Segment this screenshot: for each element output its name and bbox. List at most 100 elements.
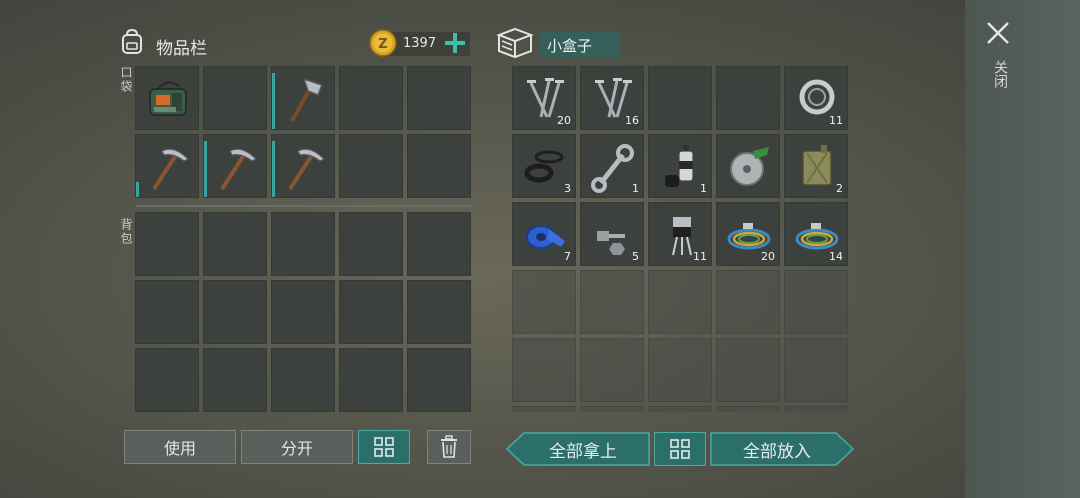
item-quantity: 20 — [761, 250, 775, 263]
item-quantity: 11 — [693, 250, 707, 263]
empty-slot[interactable] — [648, 338, 712, 402]
empty-slot[interactable] — [407, 134, 471, 198]
sort-container-button[interactable] — [654, 432, 706, 466]
split-button[interactable]: 分开 — [241, 430, 353, 464]
empty-slot[interactable] — [407, 280, 471, 344]
item-slot[interactable]: 20 — [716, 202, 780, 266]
grid-sort-icon — [374, 437, 394, 457]
item-slot[interactable] — [716, 134, 780, 198]
empty-slot[interactable] — [648, 270, 712, 334]
trash-button[interactable] — [427, 430, 471, 464]
empty-slot[interactable] — [716, 338, 780, 402]
item-slot[interactable]: 1 — [648, 134, 712, 198]
container-name-field[interactable]: 小盒子 — [539, 32, 619, 57]
item-quantity: 5 — [632, 250, 639, 263]
item-quantity: 7 — [564, 250, 571, 263]
item-slot[interactable]: 11 — [784, 66, 848, 130]
durability-bar — [272, 73, 275, 129]
close-icon[interactable] — [983, 18, 1013, 48]
take-all-button[interactable]: 全部拿上 — [506, 432, 650, 466]
item-slot[interactable]: 20 — [512, 66, 576, 130]
empty-slot[interactable] — [716, 406, 780, 412]
empty-slot[interactable] — [339, 66, 403, 130]
empty-slot[interactable] — [784, 338, 848, 402]
empty-slot[interactable] — [784, 270, 848, 334]
add-coins-button[interactable] — [442, 30, 468, 56]
item-quantity: 2 — [836, 182, 843, 195]
item-slot[interactable] — [203, 134, 267, 198]
empty-slot[interactable] — [203, 66, 267, 130]
item-slot[interactable]: 3 — [512, 134, 576, 198]
empty-slot[interactable] — [203, 212, 267, 276]
item-slot[interactable]: 1 — [580, 134, 644, 198]
item-slot[interactable]: 7 — [512, 202, 576, 266]
split-button-label: 分开 — [280, 439, 313, 458]
item-slot[interactable]: 14 — [784, 202, 848, 266]
item-slot[interactable] — [135, 134, 199, 198]
coin-count: 1397 — [403, 36, 437, 51]
empty-slot[interactable] — [135, 212, 199, 276]
item-quantity: 11 — [829, 114, 843, 127]
empty-slot[interactable] — [580, 406, 644, 412]
empty-slot[interactable] — [271, 212, 335, 276]
put-all-label: 全部放入 — [743, 441, 811, 462]
item-slot[interactable]: 5 — [580, 202, 644, 266]
empty-slot[interactable] — [716, 66, 780, 130]
close-label[interactable]: 关闭 — [988, 60, 1008, 88]
empty-slot[interactable] — [407, 348, 471, 412]
empty-slot[interactable] — [580, 338, 644, 402]
empty-slot[interactable] — [271, 280, 335, 344]
item-slot[interactable]: 2 — [784, 134, 848, 198]
empty-slot[interactable] — [716, 270, 780, 334]
svg-text:Z: Z — [378, 37, 387, 52]
item-slot[interactable]: 16 — [580, 66, 644, 130]
use-button[interactable]: 使用 — [124, 430, 236, 464]
item-quantity: 1 — [700, 182, 707, 195]
pocket-grid — [135, 66, 471, 198]
backpack-icon — [122, 28, 142, 54]
durability-bar — [272, 141, 275, 197]
item-slot[interactable] — [135, 66, 199, 130]
inventory-title: 物品栏 — [156, 39, 207, 59]
pocket-label: 口袋 — [119, 66, 133, 94]
empty-slot[interactable] — [339, 280, 403, 344]
empty-slot[interactable] — [784, 406, 848, 412]
grid-sort-icon — [670, 439, 690, 459]
coin-icon: Z — [369, 29, 397, 57]
empty-slot[interactable] — [512, 270, 576, 334]
empty-slot[interactable] — [512, 338, 576, 402]
pickaxe-icon — [288, 148, 326, 191]
container-grid: 20 16 11 3 1 1 2 7 5 11 20 14 — [512, 66, 848, 412]
empty-slot[interactable] — [407, 212, 471, 276]
item-quantity: 16 — [625, 114, 639, 127]
use-button-label: 使用 — [163, 439, 196, 458]
military-bag-icon — [149, 81, 187, 116]
item-quantity: 20 — [557, 114, 571, 127]
empty-slot[interactable] — [339, 348, 403, 412]
empty-slot[interactable] — [203, 348, 267, 412]
trash-icon — [441, 435, 457, 458]
empty-slot[interactable] — [512, 406, 576, 412]
empty-slot[interactable] — [135, 280, 199, 344]
empty-slot[interactable] — [271, 348, 335, 412]
put-all-button[interactable]: 全部放入 — [710, 432, 854, 466]
item-slot[interactable] — [271, 134, 335, 198]
empty-slot[interactable] — [407, 66, 471, 130]
empty-slot[interactable] — [648, 406, 712, 412]
box-icon — [496, 27, 534, 59]
backpack-grid — [135, 212, 471, 412]
take-all-label: 全部拿上 — [549, 441, 617, 462]
pickaxe-icon — [220, 148, 258, 191]
item-slot[interactable] — [271, 66, 335, 130]
empty-slot[interactable] — [135, 348, 199, 412]
sort-inventory-button[interactable] — [358, 430, 410, 464]
item-slot[interactable]: 11 — [648, 202, 712, 266]
durability-bar — [136, 181, 139, 197]
empty-slot[interactable] — [339, 212, 403, 276]
empty-slot[interactable] — [203, 280, 267, 344]
empty-slot[interactable] — [580, 270, 644, 334]
divider — [136, 205, 472, 207]
empty-slot[interactable] — [339, 134, 403, 198]
empty-slot[interactable] — [648, 66, 712, 130]
item-quantity: 14 — [829, 250, 843, 263]
